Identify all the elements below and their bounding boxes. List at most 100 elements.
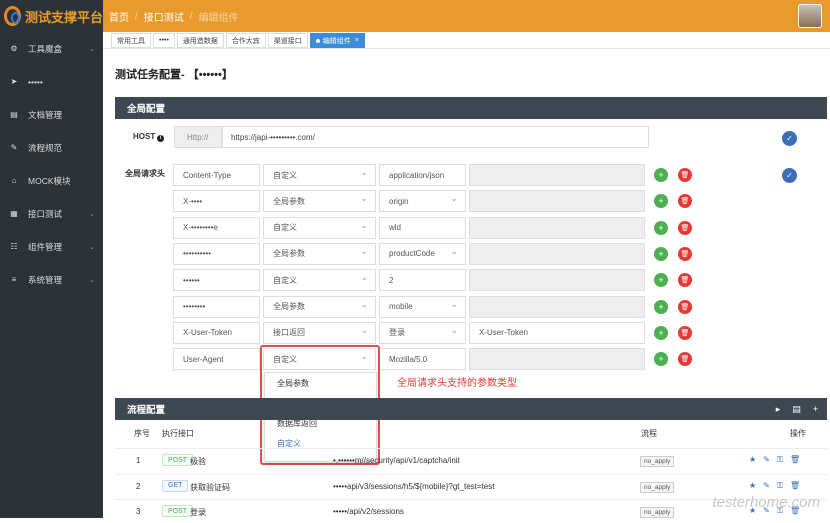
header-value-input[interactable]: mobile: [379, 295, 466, 318]
header-extra-input[interactable]: [469, 295, 645, 318]
add-row-button[interactable]: +: [654, 194, 668, 209]
header-type-select[interactable]: 全局参数: [263, 242, 376, 265]
sidebar-item[interactable]: ⚙ 工具魔盒 ⌄: [0, 32, 103, 65]
headers-confirm-button[interactable]: ✓: [782, 168, 797, 183]
grid-icon: ▦: [10, 209, 18, 218]
host-confirm-button[interactable]: ✓: [782, 131, 797, 146]
header-type-select[interactable]: 自定义: [263, 164, 376, 186]
sidebar-item[interactable]: ☷ 组件管理 ⌄: [0, 230, 103, 263]
sidebar: 测试支撑平台 ⚙ 工具魔盒 ⌄ ➤ ••••• ▤ 文档管理 ✎ 流程规范 ⌂ MOCK模块 ▦ 接口测…: [0, 0, 103, 518]
document-icon[interactable]: ▤: [792, 404, 801, 415]
delete-row-button[interactable]: 🗑: [678, 273, 692, 288]
header-name-input[interactable]: ••••••••••: [173, 242, 260, 265]
headers-label: 全局请求头: [125, 169, 165, 178]
header-value-input[interactable]: Mozilla/5.0: [379, 348, 466, 371]
api-name: 登录: [190, 508, 206, 517]
header-name-input[interactable]: X-••••••••e: [173, 216, 260, 239]
star-icon[interactable]: ★: [749, 481, 756, 491]
delete-row-button[interactable]: 🗑: [678, 246, 692, 261]
delete-row-button[interactable]: 🗑: [678, 352, 692, 367]
lock-icon[interactable]: ⚿: [777, 481, 783, 491]
mock-icon: ⌂: [11, 176, 17, 185]
sidebar-item[interactable]: ≡ 系统管理 ⌄: [0, 263, 103, 296]
header-type-select[interactable]: 自定义: [263, 216, 376, 239]
header-type-select[interactable]: 自定义: [263, 269, 376, 292]
header-extra-input[interactable]: [469, 269, 645, 292]
header-name-input[interactable]: Content-Type: [173, 164, 260, 186]
add-row-button[interactable]: +: [654, 273, 668, 288]
header-name-input[interactable]: X-User-Token: [173, 321, 260, 344]
header-value-input[interactable]: origin: [379, 190, 466, 213]
header-extra-input[interactable]: X-User-Token: [469, 321, 645, 344]
header-value-input[interactable]: 2: [379, 269, 466, 292]
header-extra-input[interactable]: [469, 348, 645, 371]
col-ops: 操作: [790, 429, 806, 438]
tab-partner[interactable]: 合作大宾: [225, 33, 266, 48]
header-value-input[interactable]: wld: [379, 216, 466, 239]
send-icon: ➤: [10, 77, 18, 86]
header-name-input[interactable]: User-Agent: [173, 348, 260, 371]
breadcrumb-api-test[interactable]: 接口测试: [144, 9, 184, 24]
play-icon[interactable]: ▸: [776, 404, 781, 415]
api-name: 获取验证码: [190, 482, 230, 492]
trash-icon[interactable]: 🗑: [790, 481, 800, 491]
sidebar-item-label: 系统管理: [28, 274, 63, 285]
header-extra-input[interactable]: [469, 242, 645, 265]
flow-badge: no_apply: [640, 456, 675, 467]
header-type-select[interactable]: 接口返回: [263, 321, 376, 344]
header-row: ••••••••••全局参数productCode + 🗑: [173, 242, 703, 265]
header-type-select[interactable]: 全局参数: [263, 295, 376, 318]
delete-row-button[interactable]: 🗑: [678, 325, 692, 340]
tab-common-tools[interactable]: 常用工具: [111, 33, 151, 48]
lock-icon[interactable]: ⚿: [777, 455, 783, 465]
tab-data-gen[interactable]: 通用造数据: [176, 33, 224, 48]
table-row[interactable]: 1 POST 极验 •.••••••m//security/api/v1/captch…: [115, 448, 827, 472]
delete-row-button[interactable]: 🗑: [678, 194, 692, 209]
delete-row-button[interactable]: 🗑: [678, 168, 692, 182]
app-name: 测试支撑平台: [24, 9, 103, 25]
chevron-down-icon: ⌄: [89, 276, 95, 284]
brand[interactable]: 测试支撑平台: [0, 0, 103, 32]
header-value-input[interactable]: 登录: [379, 321, 466, 344]
header-value-input[interactable]: productCode: [379, 242, 466, 265]
sidebar-item[interactable]: ▤ 文档管理: [0, 98, 103, 131]
add-row-button[interactable]: +: [654, 220, 668, 235]
header-name-input[interactable]: ••••••: [173, 269, 260, 292]
add-row-button[interactable]: +: [654, 325, 668, 340]
active-dot-icon: [315, 38, 320, 43]
breadcrumb-home[interactable]: 首页: [109, 9, 129, 24]
header-type-select[interactable]: 全局参数: [263, 190, 376, 213]
section-title: 流程配置: [127, 405, 166, 416]
star-icon[interactable]: ★: [749, 455, 756, 465]
sidebar-item[interactable]: ➤ •••••: [0, 65, 103, 98]
dropdown-option[interactable]: 全局参数: [265, 373, 376, 393]
host-input[interactable]: https://japi-•••••••••.com/: [222, 126, 649, 148]
tab-2[interactable]: ••••: [153, 33, 175, 48]
avatar[interactable]: [798, 4, 822, 28]
flow-config-header: 流程配置: [115, 398, 827, 420]
info-icon[interactable]: i: [157, 135, 165, 142]
edit-icon[interactable]: ✎: [763, 481, 770, 491]
header-value-input[interactable]: application/json: [379, 164, 466, 186]
close-icon[interactable]: ×: [355, 37, 359, 44]
edit-icon[interactable]: ✎: [763, 455, 770, 465]
header-extra-input[interactable]: [469, 164, 645, 186]
tab-edit-component[interactable]: 编辑组件 ×: [309, 33, 365, 48]
header-extra-input[interactable]: [469, 190, 645, 213]
add-row-button[interactable]: +: [654, 246, 668, 261]
delete-row-button[interactable]: 🗑: [678, 220, 692, 235]
add-row-button[interactable]: +: [654, 299, 668, 314]
add-row-button[interactable]: +: [654, 168, 668, 182]
add-row-button[interactable]: +: [654, 352, 668, 367]
header-extra-input[interactable]: [469, 216, 645, 239]
delete-row-button[interactable]: 🗑: [678, 299, 692, 314]
tab-channel-api[interactable]: 渠道接口: [267, 33, 308, 48]
header-name-input[interactable]: X-••••: [173, 190, 260, 213]
header-name-input[interactable]: ••••••••: [173, 295, 260, 318]
trash-icon[interactable]: 🗑: [790, 455, 800, 465]
plus-icon[interactable]: +: [813, 404, 818, 415]
sitemap-icon: ☷: [10, 242, 18, 251]
sidebar-item[interactable]: ✎ 流程规范: [0, 131, 103, 164]
sidebar-item[interactable]: ⌂ MOCK模块: [0, 164, 103, 197]
sidebar-item[interactable]: ▦ 接口测试 ⌄: [0, 197, 103, 230]
